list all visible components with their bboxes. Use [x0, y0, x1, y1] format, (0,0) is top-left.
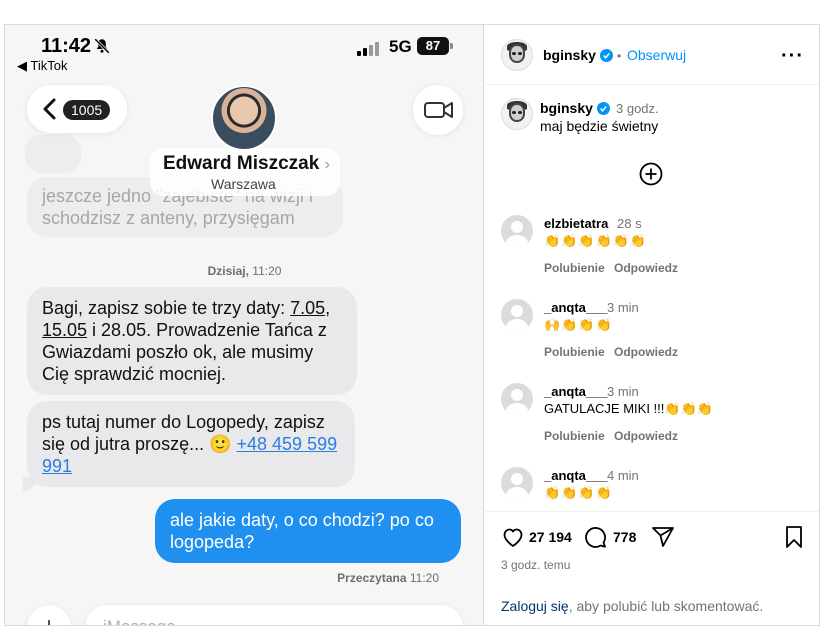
- contact-city: Warszawa: [211, 176, 276, 192]
- faded-message-bubble: [25, 135, 81, 173]
- imessage-input[interactable]: iMessage: [85, 605, 463, 625]
- verified-badge-icon: [597, 102, 610, 115]
- verified-badge-icon: [600, 49, 613, 62]
- comment-text: 👏👏👏👏👏👏: [544, 233, 648, 248]
- contact-avatar[interactable]: [211, 85, 277, 151]
- load-more-comments-icon[interactable]: [639, 162, 663, 186]
- comments-count[interactable]: 778: [613, 529, 636, 545]
- message-bubble[interactable]: Bagi, zapisz sobie te trzy daty: 7.05, 1…: [27, 287, 357, 395]
- message-bubble[interactable]: ps tutaj numer do Logopedy, zapisz się o…: [27, 401, 355, 487]
- bell-off-icon: [94, 38, 110, 54]
- unread-count-badge: 1005: [63, 100, 111, 120]
- comment-username[interactable]: _anqta___: [544, 468, 608, 483]
- comment-reply-button[interactable]: Odpowiedz: [614, 429, 678, 443]
- contact-name[interactable]: Edward Miszczak ›: [163, 153, 330, 175]
- status-time: 11:42: [41, 35, 92, 57]
- share-icon[interactable]: [651, 525, 675, 549]
- post-header: bginsky • Obserwuj ···: [485, 25, 819, 85]
- comment-like-button[interactable]: Polubienie: [544, 429, 605, 443]
- back-to-app-link[interactable]: ◀ TikTok: [17, 58, 67, 74]
- bookmark-icon[interactable]: [783, 525, 805, 549]
- comment-avatar[interactable]: [501, 383, 533, 415]
- comment-username[interactable]: _anqta___: [544, 300, 608, 315]
- author-avatar[interactable]: [501, 39, 533, 71]
- add-attachment-button[interactable]: +: [27, 605, 71, 625]
- comment-avatar[interactable]: [501, 299, 533, 331]
- caption-author-avatar[interactable]: [501, 98, 533, 130]
- author-username[interactable]: bginsky: [543, 47, 596, 63]
- comment-time: 28 s: [617, 216, 642, 231]
- date-link[interactable]: 15.05: [42, 320, 87, 340]
- bubble-tail: [23, 477, 37, 491]
- likes-count[interactable]: 27 194: [529, 529, 572, 545]
- separator-dot: •: [617, 49, 622, 63]
- post-caption: maj będzie świetny: [540, 118, 659, 134]
- comment-text: 👏👏👏👏: [544, 485, 613, 500]
- imessage-screen: 11:42 ◀ TikTok 5G 87 1005 jeszcze jedno …: [5, 25, 484, 625]
- comment-like-button[interactable]: Polubienie: [544, 345, 605, 359]
- message-timestamp: Dzisiaj, 11:20: [207, 264, 282, 278]
- heart-icon[interactable]: [501, 525, 525, 549]
- read-receipt: Przeczytana 11:20: [337, 571, 439, 585]
- caption-username[interactable]: bginsky: [540, 100, 593, 116]
- instagram-post-panel: bginsky • Obserwuj ··· bginsky 3 godz. m…: [485, 25, 819, 625]
- comment-username[interactable]: _anqta___: [544, 384, 608, 399]
- comment-time: 4 min: [607, 468, 639, 483]
- comment-reply-button[interactable]: Odpowiedz: [614, 345, 678, 359]
- battery-icon: 87: [417, 37, 449, 55]
- login-prompt: Zaloguj się, aby polubić lub skomentować…: [501, 598, 764, 614]
- post-time: 3 godz.: [616, 101, 659, 116]
- comment-time: 3 min: [607, 384, 639, 399]
- chevron-right-icon: ›: [324, 156, 330, 173]
- comment-time: 3 min: [607, 300, 639, 315]
- comment-text: GATULACJE MIKI !!!👏👏👏: [544, 401, 713, 416]
- network-label: 5G: [389, 37, 412, 56]
- video-camera-icon: [424, 102, 453, 118]
- comment-icon[interactable]: [583, 525, 607, 549]
- sent-message-bubble[interactable]: ale jakie daty, o co chodzi? po co logop…: [155, 499, 461, 563]
- signal-icon: [357, 40, 379, 56]
- chevron-left-icon: [43, 98, 56, 120]
- comment-like-button[interactable]: Polubienie: [544, 261, 605, 275]
- battery-tip: [450, 43, 453, 49]
- posted-time: 3 godz. temu: [501, 558, 571, 572]
- comment-username[interactable]: elzbietatra: [544, 216, 608, 231]
- login-link[interactable]: Zaloguj się: [501, 598, 569, 614]
- composite-screenshot: 11:42 ◀ TikTok 5G 87 1005 jeszcze jedno …: [4, 24, 820, 626]
- comment-reply-button[interactable]: Odpowiedz: [614, 261, 678, 275]
- comment-avatar[interactable]: [501, 215, 533, 247]
- comment-text: 🙌👏👏👏: [544, 317, 613, 332]
- follow-button[interactable]: Obserwuj: [627, 47, 686, 63]
- divider: [485, 511, 819, 512]
- comment-avatar[interactable]: [501, 467, 533, 499]
- more-options-button[interactable]: ···: [781, 45, 804, 68]
- date-link[interactable]: 7.05: [290, 298, 325, 318]
